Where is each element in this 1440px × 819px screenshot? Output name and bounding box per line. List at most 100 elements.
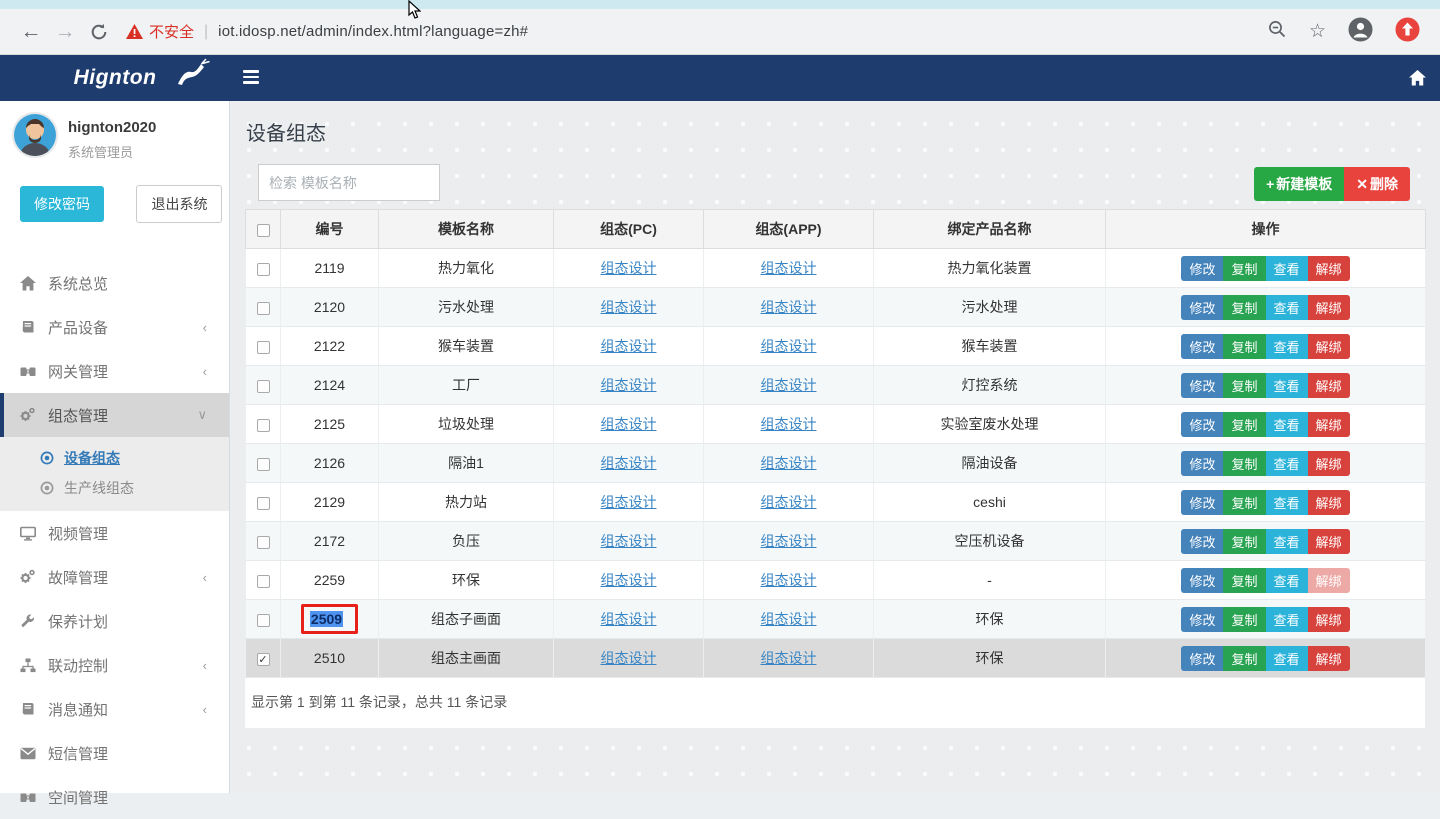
sidebar-item-短信管理[interactable]: 短信管理 xyxy=(0,731,229,775)
sidebar-item-组态管理[interactable]: 组态管理∨ xyxy=(0,393,229,437)
pc-config-link[interactable]: 组态设计 xyxy=(601,455,657,471)
new-template-button[interactable]: +新建模板 xyxy=(1254,167,1344,201)
unbind-button[interactable]: 解绑 xyxy=(1308,490,1350,515)
edit-button[interactable]: 修改 xyxy=(1181,451,1223,476)
row-checkbox[interactable] xyxy=(257,497,270,510)
submenu-item-设备组态[interactable]: 设备组态 xyxy=(0,443,229,473)
browser-profile-icon[interactable] xyxy=(1348,17,1373,47)
app-config-link[interactable]: 组态设计 xyxy=(761,377,817,393)
unbind-button[interactable]: 解绑 xyxy=(1308,334,1350,359)
pc-config-link[interactable]: 组态设计 xyxy=(601,338,657,354)
url-text[interactable]: iot.idosp.net/admin/index.html?language=… xyxy=(218,23,528,40)
browser-update-icon[interactable] xyxy=(1395,17,1420,47)
view-button[interactable]: 查看 xyxy=(1266,373,1308,398)
app-config-link[interactable]: 组态设计 xyxy=(761,650,817,666)
edit-button[interactable]: 修改 xyxy=(1181,568,1223,593)
sidebar-item-联动控制[interactable]: 联动控制‹ xyxy=(0,643,229,687)
edit-button[interactable]: 修改 xyxy=(1181,646,1223,671)
copy-button[interactable]: 复制 xyxy=(1223,412,1265,437)
user-avatar[interactable] xyxy=(12,112,58,158)
app-config-link[interactable]: 组态设计 xyxy=(761,572,817,588)
unbind-button[interactable]: 解绑 xyxy=(1308,607,1350,632)
pc-config-link[interactable]: 组态设计 xyxy=(601,299,657,315)
search-input[interactable] xyxy=(258,164,440,201)
submenu-item-生产线组态[interactable]: 生产线组态 xyxy=(0,473,229,503)
bookmark-star-icon[interactable]: ☆ xyxy=(1309,20,1326,43)
row-checkbox[interactable] xyxy=(257,575,270,588)
row-checkbox[interactable] xyxy=(257,536,270,549)
app-config-link[interactable]: 组态设计 xyxy=(761,299,817,315)
sidebar-item-空间管理[interactable]: 空间管理 xyxy=(0,775,229,819)
unbind-button[interactable]: 解绑 xyxy=(1308,295,1350,320)
pc-config-link[interactable]: 组态设计 xyxy=(601,377,657,393)
sidebar-item-故障管理[interactable]: 故障管理‹ xyxy=(0,555,229,599)
sidebar-item-网关管理[interactable]: 网关管理‹ xyxy=(0,349,229,393)
sidebar-item-系统总览[interactable]: 系统总览 xyxy=(0,261,229,305)
edit-button[interactable]: 修改 xyxy=(1181,295,1223,320)
pc-config-link[interactable]: 组态设计 xyxy=(601,416,657,432)
pc-config-link[interactable]: 组态设计 xyxy=(601,260,657,276)
view-button[interactable]: 查看 xyxy=(1266,529,1308,554)
app-config-link[interactable]: 组态设计 xyxy=(761,533,817,549)
copy-button[interactable]: 复制 xyxy=(1223,295,1265,320)
pc-config-link[interactable]: 组态设计 xyxy=(601,533,657,549)
copy-button[interactable]: 复制 xyxy=(1223,334,1265,359)
pc-config-link[interactable]: 组态设计 xyxy=(601,494,657,510)
pc-config-link[interactable]: 组态设计 xyxy=(601,611,657,627)
copy-button[interactable]: 复制 xyxy=(1223,373,1265,398)
view-button[interactable]: 查看 xyxy=(1266,295,1308,320)
view-button[interactable]: 查看 xyxy=(1266,334,1308,359)
copy-button[interactable]: 复制 xyxy=(1223,451,1265,476)
app-config-link[interactable]: 组态设计 xyxy=(761,494,817,510)
row-checkbox[interactable] xyxy=(257,614,270,627)
logout-button[interactable]: 退出系统 xyxy=(136,185,222,223)
edit-button[interactable]: 修改 xyxy=(1181,607,1223,632)
copy-button[interactable]: 复制 xyxy=(1223,646,1265,671)
edit-button[interactable]: 修改 xyxy=(1181,373,1223,398)
row-checkbox[interactable] xyxy=(257,380,270,393)
app-config-link[interactable]: 组态设计 xyxy=(761,260,817,276)
delete-button[interactable]: ✕删除 xyxy=(1344,167,1410,201)
unbind-button[interactable]: 解绑 xyxy=(1308,451,1350,476)
forward-button[interactable]: → xyxy=(48,20,82,44)
view-button[interactable]: 查看 xyxy=(1266,412,1308,437)
row-checkbox[interactable] xyxy=(257,419,270,432)
unbind-button[interactable]: 解绑 xyxy=(1308,256,1350,281)
row-checkbox[interactable] xyxy=(257,458,270,471)
app-config-link[interactable]: 组态设计 xyxy=(761,416,817,432)
zoom-out-icon[interactable] xyxy=(1267,19,1287,44)
app-config-link[interactable]: 组态设计 xyxy=(761,455,817,471)
unbind-button[interactable]: 解绑 xyxy=(1308,373,1350,398)
copy-button[interactable]: 复制 xyxy=(1223,256,1265,281)
app-config-link[interactable]: 组态设计 xyxy=(761,338,817,354)
sidebar-item-产品设备[interactable]: 产品设备‹ xyxy=(0,305,229,349)
edit-button[interactable]: 修改 xyxy=(1181,412,1223,437)
row-checkbox[interactable] xyxy=(257,341,270,354)
view-button[interactable]: 查看 xyxy=(1266,490,1308,515)
pc-config-link[interactable]: 组态设计 xyxy=(601,572,657,588)
sidebar-item-消息通知[interactable]: 消息通知‹ xyxy=(0,687,229,731)
view-button[interactable]: 查看 xyxy=(1266,607,1308,632)
copy-button[interactable]: 复制 xyxy=(1223,607,1265,632)
row-checkbox[interactable] xyxy=(257,263,270,276)
view-button[interactable]: 查看 xyxy=(1266,256,1308,281)
brand-logo[interactable]: Hignton xyxy=(0,55,230,101)
edit-button[interactable]: 修改 xyxy=(1181,529,1223,554)
view-button[interactable]: 查看 xyxy=(1266,646,1308,671)
back-button[interactable]: ← xyxy=(14,20,48,44)
row-checkbox[interactable]: ✓ xyxy=(257,653,270,666)
reload-button[interactable] xyxy=(82,23,116,41)
view-button[interactable]: 查看 xyxy=(1266,451,1308,476)
sidebar-toggle-button[interactable] xyxy=(243,70,259,87)
edit-button[interactable]: 修改 xyxy=(1181,334,1223,359)
select-all-checkbox[interactable] xyxy=(257,224,270,237)
view-button[interactable]: 查看 xyxy=(1266,568,1308,593)
copy-button[interactable]: 复制 xyxy=(1223,568,1265,593)
sidebar-item-视频管理[interactable]: 视频管理 xyxy=(0,511,229,555)
copy-button[interactable]: 复制 xyxy=(1223,490,1265,515)
unbind-button[interactable]: 解绑 xyxy=(1308,412,1350,437)
app-config-link[interactable]: 组态设计 xyxy=(761,611,817,627)
address-bar[interactable]: 不安全 | iot.idosp.net/admin/index.html?lan… xyxy=(126,21,1267,42)
edit-button[interactable]: 修改 xyxy=(1181,490,1223,515)
edit-button[interactable]: 修改 xyxy=(1181,256,1223,281)
